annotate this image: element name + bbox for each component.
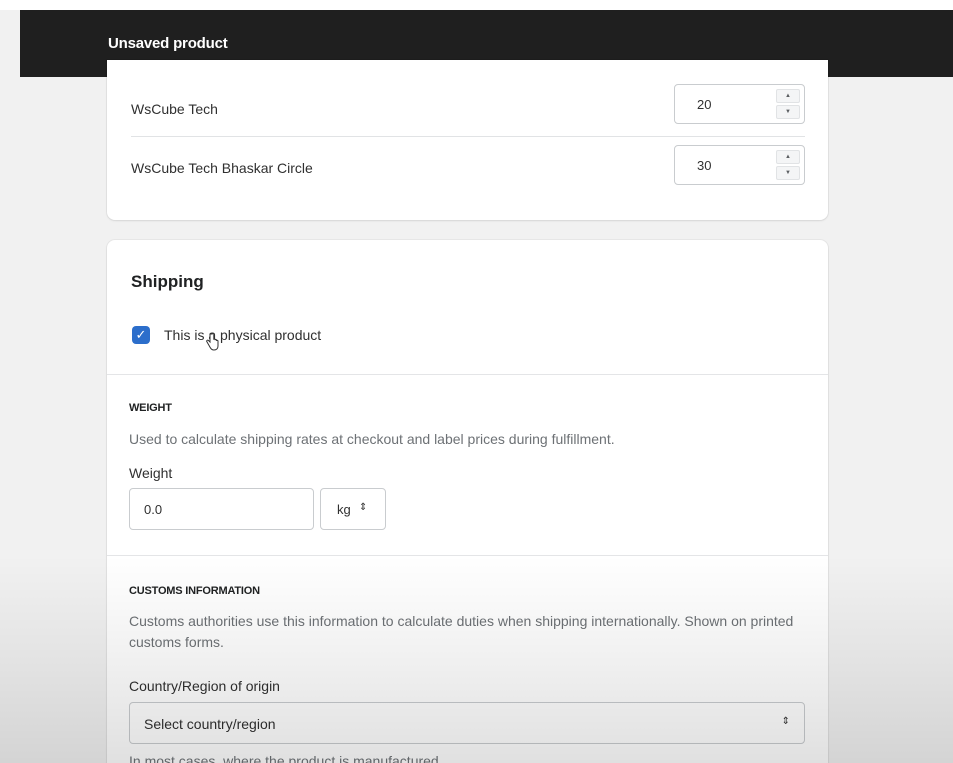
weight-value[interactable]: 0.0 — [144, 502, 162, 517]
shipping-title: Shipping — [131, 272, 204, 291]
quantity-value[interactable]: 30 — [697, 158, 711, 173]
customs-help-text: Customs authorities use this information… — [129, 613, 794, 650]
physical-product-label[interactable]: This is a physical product — [164, 327, 321, 343]
weight-input[interactable]: 0.0 — [129, 488, 314, 530]
quantity-input[interactable]: 20 ▲ ▼ — [674, 84, 805, 124]
quantity-stepper[interactable]: ▲ ▼ — [776, 89, 800, 119]
section-divider — [107, 374, 828, 375]
section-divider — [107, 555, 828, 556]
weight-help-text: Used to calculate shipping rates at chec… — [129, 431, 615, 447]
select-arrows-icon: ⇕ — [781, 716, 790, 727]
shipping-card: Shipping ✓ This is a physical product WE… — [107, 240, 828, 763]
weight-unit-select[interactable]: kg ⇕ — [320, 488, 386, 530]
weight-unit-value[interactable]: kg — [337, 502, 351, 517]
physical-product-checkbox[interactable]: ✓ — [132, 326, 150, 344]
location-row: WsCube Tech Bhaskar Circle 30 ▲ ▼ — [131, 137, 805, 197]
decrement-icon[interactable]: ▼ — [776, 105, 800, 119]
location-name: WsCube Tech Bhaskar Circle — [131, 160, 313, 176]
decrement-icon[interactable]: ▼ — [776, 166, 800, 180]
country-footnote: In most cases, where the product is manu… — [129, 753, 443, 763]
select-arrows-icon: ⇕ — [359, 502, 368, 513]
increment-icon[interactable]: ▲ — [776, 150, 800, 164]
location-name: WsCube Tech — [131, 101, 218, 117]
inventory-card: WsCube Tech 20 ▲ ▼ WsCube Tech Bhaskar C… — [107, 60, 828, 220]
customs-heading: CUSTOMS INFORMATION — [129, 585, 260, 597]
window-top-band — [0, 0, 953, 10]
location-row: WsCube Tech 20 ▲ ▼ — [131, 77, 805, 137]
increment-icon[interactable]: ▲ — [776, 89, 800, 103]
country-value[interactable]: Select country/region — [144, 716, 276, 732]
weight-heading: WEIGHT — [129, 402, 172, 414]
quantity-value[interactable]: 20 — [697, 97, 711, 112]
quantity-input[interactable]: 30 ▲ ▼ — [674, 145, 805, 185]
hand-cursor-icon — [206, 333, 219, 351]
weight-label: Weight — [129, 465, 173, 481]
quantity-stepper[interactable]: ▲ ▼ — [776, 150, 800, 180]
country-select[interactable]: Select country/region ⇕ — [129, 702, 805, 744]
country-label: Country/Region of origin — [129, 678, 280, 694]
page-title: Unsaved product — [108, 35, 228, 52]
